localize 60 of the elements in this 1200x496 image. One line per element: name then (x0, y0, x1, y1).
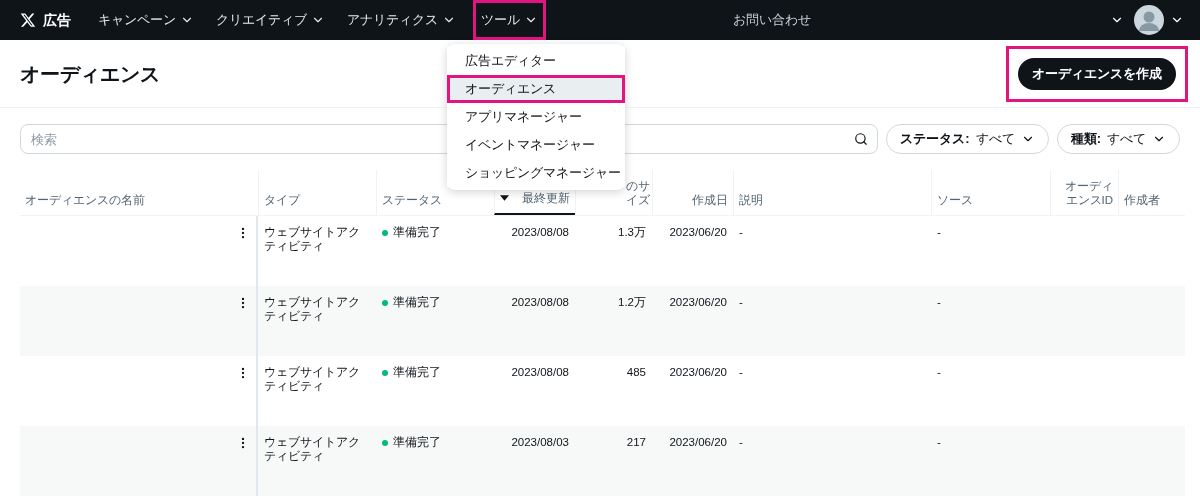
table-cell: 485 (626, 365, 646, 379)
menu-item[interactable]: 広告エディター (447, 47, 625, 75)
page-title: オーディエンス (20, 61, 160, 87)
column-header[interactable]: 説明 (739, 193, 763, 207)
avatar-icon[interactable] (1134, 5, 1164, 35)
table-cell: 準備完了 (393, 295, 441, 309)
table-cell: - (739, 225, 743, 239)
table-cell: 準備完了 (393, 225, 441, 239)
table-cell-text: ウェブサイトアクティビティ (264, 295, 361, 323)
table-cell: 217 (626, 435, 646, 449)
filter-label: ステータス: (900, 130, 970, 149)
menu-item[interactable]: イベントマネージャー (447, 131, 625, 159)
column-header[interactable]: 作成者 (1124, 193, 1160, 207)
table-cell: 2023/08/03 (511, 435, 569, 449)
search-icon[interactable] (854, 132, 869, 146)
ads-label: 広告 (43, 10, 71, 30)
table-row[interactable]: ウェブサイトアクティビティ 準備完了 2023/08/08 1.2万 2023/06/20 - - (20, 286, 1185, 356)
table-cell: 2023/08/08 (511, 295, 569, 309)
table-cell-text: ウェブサイトアクティビティ (264, 225, 361, 253)
table-cell: 2023/08/08 (511, 365, 569, 379)
nav-menu[interactable]: クリエイティブ (211, 0, 330, 40)
table-cell: - (739, 365, 743, 379)
filter-label: 種類: (1070, 130, 1101, 149)
contact-link[interactable]: お問い合わせ (733, 10, 811, 30)
table-cell: - (739, 295, 743, 309)
column-header[interactable]: ソース (937, 193, 973, 207)
create-audience-button[interactable]: オーディエンスを作成 (1018, 57, 1176, 90)
table-cell: 1.3万 (618, 225, 646, 239)
table-cell: - (937, 295, 941, 309)
column-header[interactable]: のサイズ (625, 179, 650, 207)
table-cell: 2023/08/08 (511, 225, 569, 239)
table-row[interactable]: ウェブサイトアクティビティ 準備完了 2023/08/03 217 2023/06/20 - - (20, 426, 1185, 496)
x-logo-icon[interactable] (20, 12, 36, 28)
table-cell: 2023/06/20 (669, 225, 727, 239)
nav-menu[interactable]: アナリティクス (342, 0, 461, 40)
table-cell: 1.2万 (618, 295, 646, 309)
table-cell-text: ウェブサイトアクティビティ (264, 435, 361, 463)
table-cell: 準備完了 (393, 435, 441, 449)
table-cell: 2023/06/20 (669, 365, 727, 379)
filter-value: すべて (1107, 130, 1146, 149)
nav-menu[interactable]: キャンペーン (93, 0, 199, 40)
column-header[interactable]: ステータス (382, 193, 442, 207)
table-cell: - (937, 365, 941, 379)
menu-item[interactable]: アプリマネージャー (447, 103, 625, 131)
column-header[interactable]: オーディエンスの名前 (25, 193, 145, 207)
table-cell: 2023/06/20 (669, 435, 727, 449)
menu-item[interactable]: オーディエンス (447, 75, 625, 103)
filter-value: すべて (975, 130, 1015, 149)
table-cell: - (739, 435, 743, 449)
table-cell-text: ウェブサイトアクティビティ (264, 365, 361, 393)
column-header[interactable]: オーディエンスID (1063, 179, 1113, 207)
menu-item[interactable]: ショッピングマネージャー (447, 159, 625, 187)
column-header[interactable]: 最終更新 (522, 191, 570, 205)
table-cell: 準備完了 (393, 365, 441, 379)
column-header[interactable]: 作成日 (692, 193, 728, 207)
table-cell: 2023/06/20 (669, 295, 727, 309)
column-header[interactable]: タイプ (264, 193, 300, 207)
nav-menu[interactable]: ツール (473, 0, 546, 40)
table-cell: - (937, 435, 941, 449)
table-cell: - (937, 225, 941, 239)
